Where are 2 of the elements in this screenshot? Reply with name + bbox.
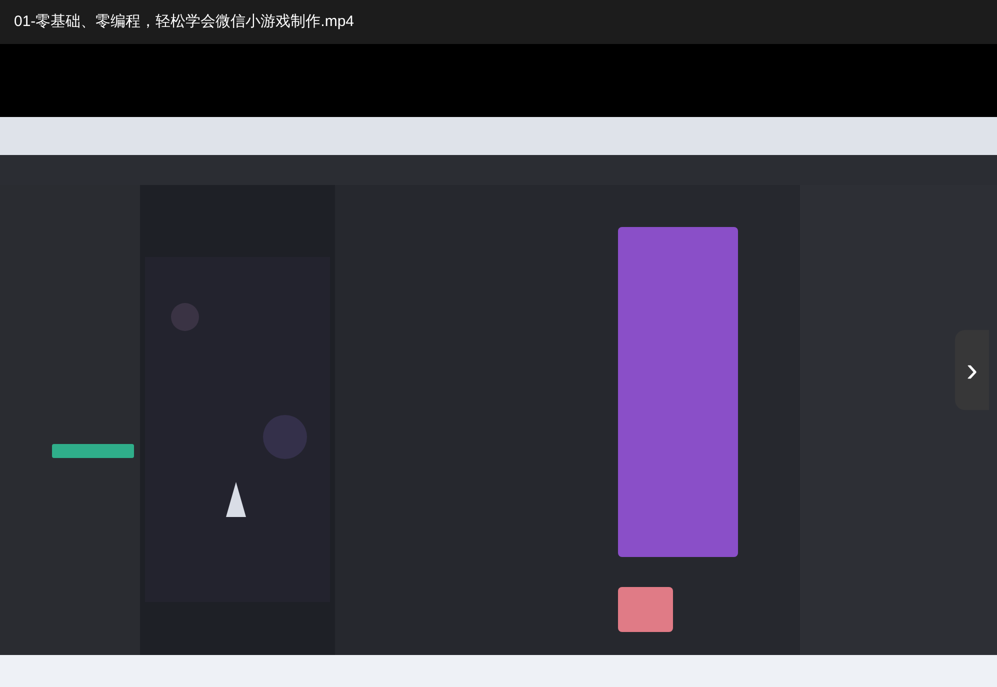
video-title: 01-零基础、零编程，轻松学会微信小游戏制作.mp4	[14, 12, 354, 32]
next-button[interactable]: ›	[955, 330, 989, 410]
